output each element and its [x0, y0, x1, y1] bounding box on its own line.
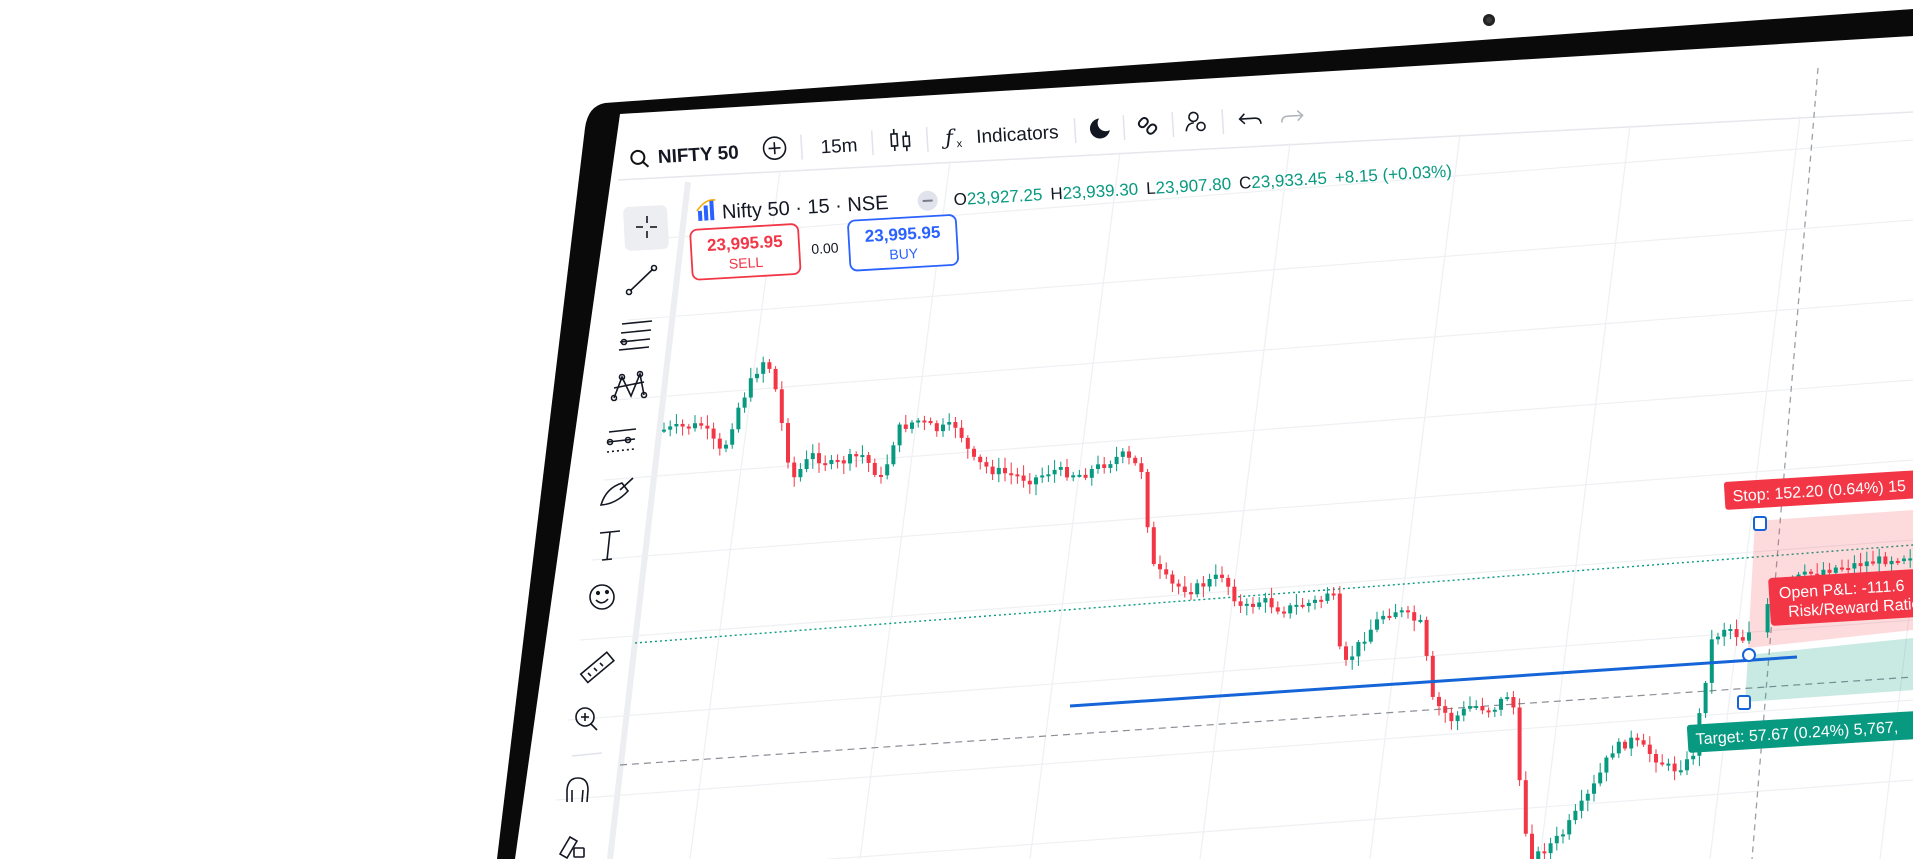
stop-handle[interactable] [1753, 516, 1767, 531]
buy-button[interactable]: 23,995.95 BUY [847, 214, 959, 272]
buy-label: BUY [889, 245, 919, 263]
sell-label: SELL [728, 254, 763, 272]
close-label: C [1239, 173, 1252, 193]
target-handle[interactable] [1737, 695, 1751, 710]
sell-button[interactable]: 23,995.95 SELL [689, 223, 802, 281]
trendline-handle[interactable] [1742, 648, 1756, 662]
high-label: H [1050, 184, 1063, 204]
crosshair-icon[interactable] [623, 205, 669, 251]
open-label: O [953, 190, 967, 210]
tradingview-device-mockup: NIFTY 50 15m ƒ x Indicators Nifty 50 · 1… [0, 0, 1913, 859]
interval-button[interactable]: 15m [820, 135, 858, 158]
spread-value: 0.00 [811, 239, 839, 257]
